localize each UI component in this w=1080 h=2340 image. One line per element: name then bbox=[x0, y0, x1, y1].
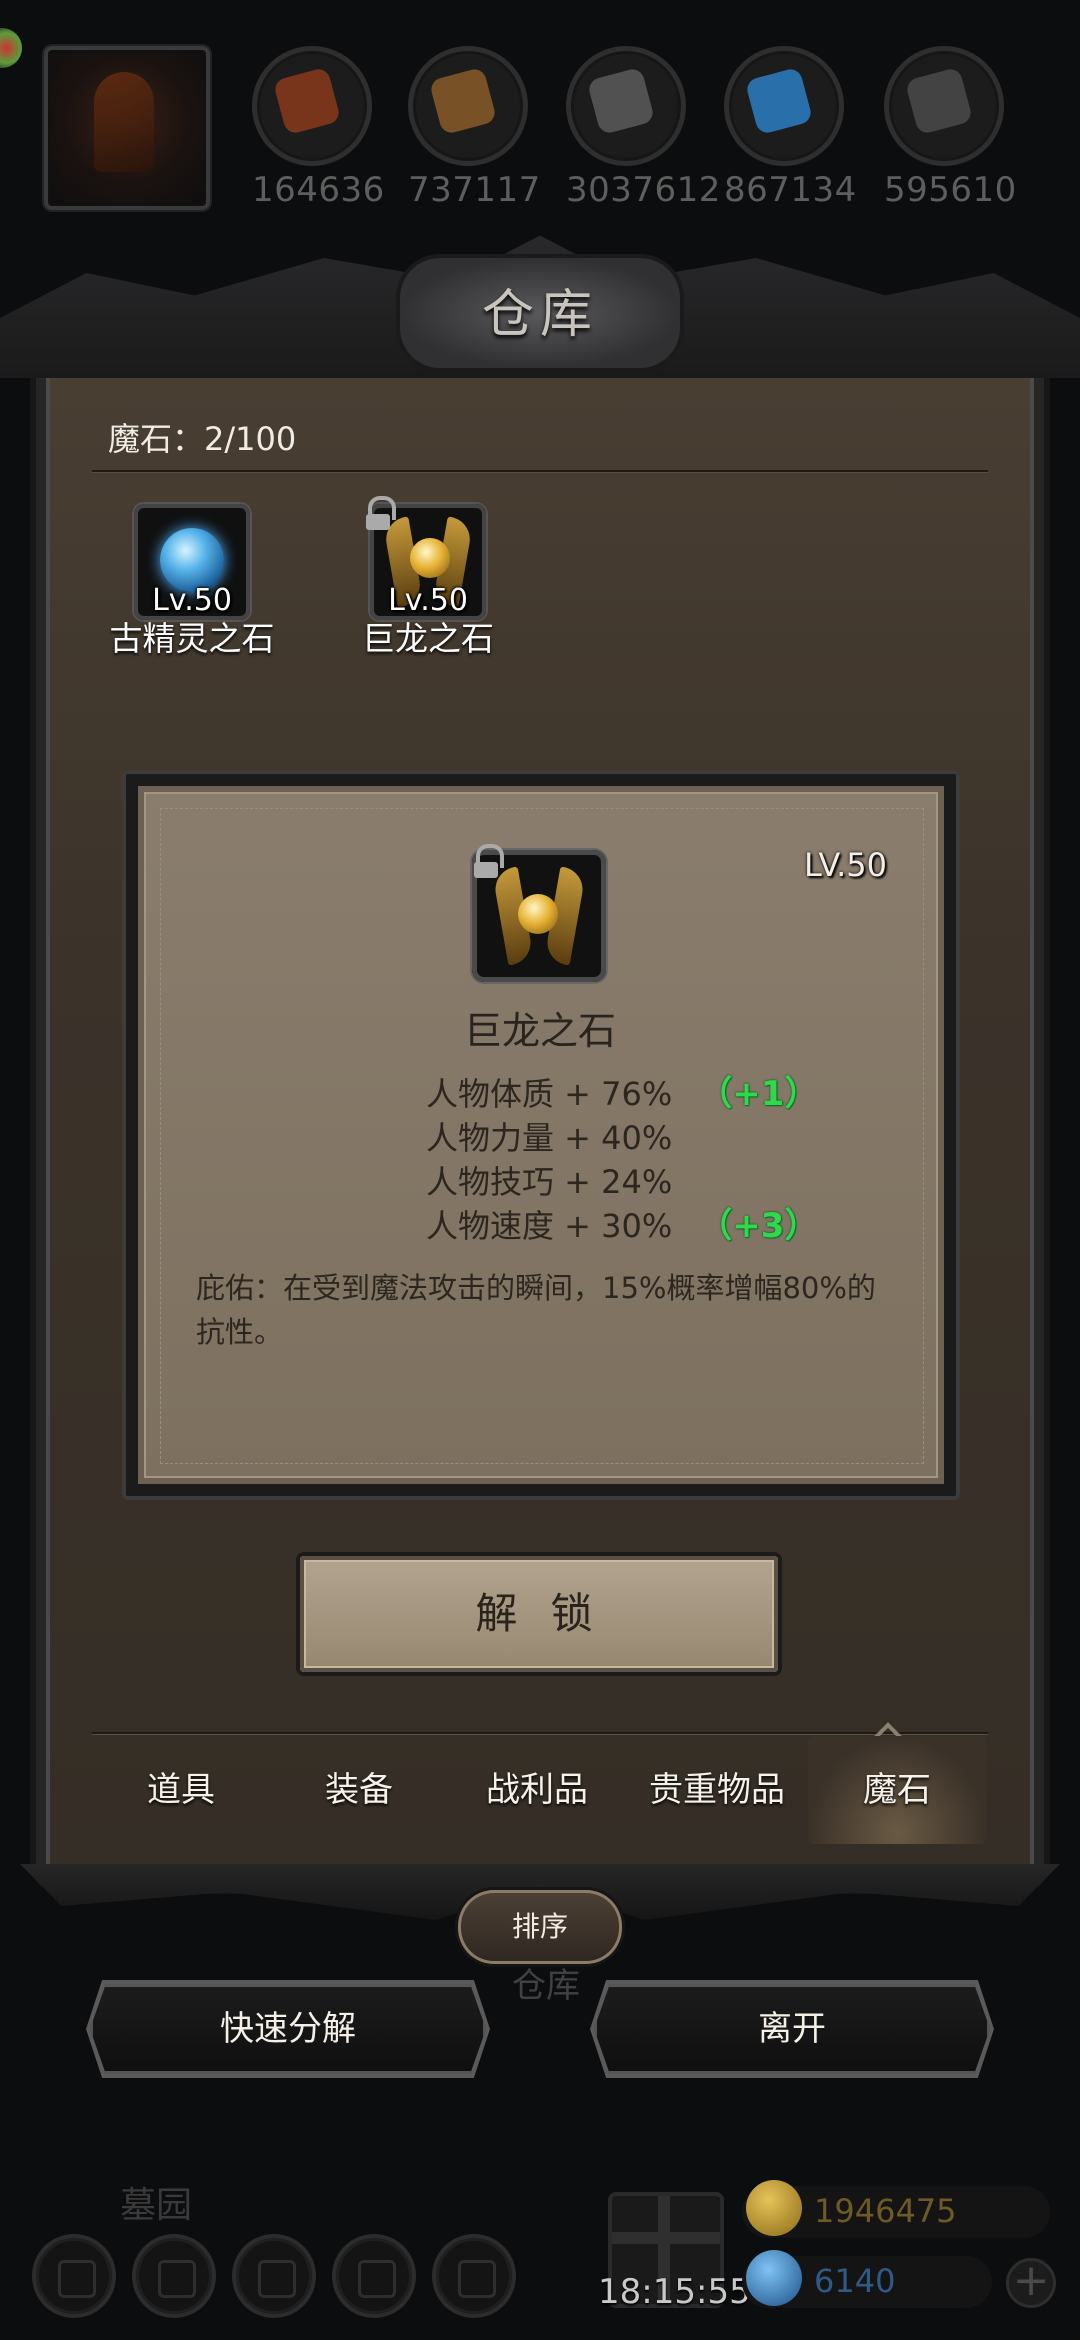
item-name: 古精灵之石 bbox=[109, 619, 275, 658]
resource-wood[interactable]: 737117 bbox=[408, 46, 541, 210]
tab-equipment[interactable]: 装备 bbox=[270, 1736, 448, 1844]
stat-row: 人物技巧 + 24% bbox=[426, 1160, 818, 1204]
stat-list: 人物体质 + 76% （+1） 人物力量 + 40% 人物技巧 + 24% 人物速… bbox=[426, 1072, 818, 1248]
gem-amount: 6140 bbox=[814, 2262, 896, 2300]
iron-icon bbox=[566, 46, 686, 166]
stat-row: 人物力量 + 40% bbox=[426, 1116, 818, 1160]
inventory-item[interactable]: Lv.50 bbox=[134, 504, 250, 620]
detail-item-slot bbox=[472, 844, 606, 982]
location-label: 墓园 bbox=[120, 2185, 193, 2226]
inventory-item[interactable]: Lv.50 bbox=[366, 496, 486, 620]
sort-button[interactable]: 排序 bbox=[458, 1890, 622, 1964]
dragon-stone-icon bbox=[410, 538, 450, 578]
gem-counter: 6140 bbox=[742, 2250, 992, 2308]
resource-count: 737117 bbox=[408, 170, 541, 210]
background-label: 仓库 bbox=[512, 1966, 580, 2006]
magic-stone-count: 魔石：2/100 bbox=[108, 420, 297, 458]
gold-amount: 1946475 bbox=[814, 2192, 957, 2230]
notification-orb-icon[interactable] bbox=[0, 28, 22, 68]
stat-row: 人物体质 + 76% （+1） bbox=[426, 1072, 818, 1116]
stat-bonus: （+3） bbox=[698, 1206, 819, 1246]
stat-text: 人物技巧 + 24% bbox=[426, 1163, 673, 1201]
unlock-button[interactable]: 解 锁 bbox=[300, 1556, 778, 1672]
dragon-stone-icon bbox=[518, 894, 558, 934]
resource-stone[interactable]: 595610 bbox=[884, 46, 1017, 210]
stat-row: 人物速度 + 30% （+3） bbox=[426, 1204, 818, 1248]
stat-text: 人物速度 + 30% bbox=[426, 1207, 673, 1245]
resource-count: 164636 bbox=[252, 170, 385, 210]
category-tabs: 道具 装备 战利品 贵重物品 魔石 bbox=[92, 1736, 986, 1864]
star-icon[interactable] bbox=[132, 2234, 216, 2318]
mail-icon[interactable] bbox=[332, 2234, 416, 2318]
tab-valuables[interactable]: 贵重物品 bbox=[626, 1736, 808, 1844]
resource-iron[interactable]: 3037612 bbox=[566, 46, 721, 210]
tab-loot[interactable]: 战利品 bbox=[448, 1736, 626, 1844]
detail-item-name: 巨龙之石 bbox=[463, 1009, 616, 1053]
panel-title: 仓库 bbox=[481, 285, 598, 345]
gem-icon bbox=[746, 2250, 802, 2306]
stat-text: 人物力量 + 40% bbox=[426, 1119, 673, 1157]
stat-text: 人物体质 + 76% bbox=[426, 1075, 673, 1113]
resource-count: 595610 bbox=[884, 170, 1017, 210]
resource-meat[interactable]: 164636 bbox=[252, 46, 385, 210]
divider bbox=[92, 1732, 988, 1734]
resource-count: 867134 bbox=[724, 170, 857, 210]
meat-icon bbox=[252, 46, 372, 166]
divider bbox=[92, 470, 988, 472]
resource-count: 3037612 bbox=[566, 170, 721, 210]
lock-icon bbox=[366, 496, 396, 530]
tab-magic-stones[interactable]: 魔石 bbox=[808, 1736, 986, 1844]
gold-counter: 1946475 bbox=[742, 2180, 1050, 2238]
resource-crystal[interactable]: 867134 bbox=[724, 46, 857, 210]
detail-level: LV.50 bbox=[804, 846, 887, 884]
dice-icon[interactable] bbox=[432, 2234, 516, 2318]
avatar-portrait bbox=[94, 72, 154, 172]
add-currency-button[interactable]: + bbox=[1006, 2258, 1056, 2308]
item-name: 巨龙之石 bbox=[362, 619, 494, 658]
lock-icon bbox=[474, 844, 504, 878]
gold-coin-icon bbox=[746, 2180, 802, 2236]
settings-icon[interactable] bbox=[32, 2234, 116, 2318]
player-avatar[interactable] bbox=[44, 46, 210, 210]
tab-items[interactable]: 道具 bbox=[92, 1736, 270, 1844]
wood-icon bbox=[408, 46, 528, 166]
leave-button[interactable]: 离开 bbox=[594, 1984, 990, 2074]
clock-time: 18:15:55 bbox=[598, 2272, 751, 2312]
building-icon[interactable] bbox=[232, 2234, 316, 2318]
quick-decompose-button[interactable]: 快速分解 bbox=[90, 1984, 486, 2074]
stat-bonus: （+1） bbox=[698, 1074, 819, 1114]
stone-icon bbox=[884, 46, 1004, 166]
crystal-icon bbox=[724, 46, 844, 166]
item-slot[interactable]: Lv.50 bbox=[134, 504, 250, 620]
blessing-description: 庇佑：在受到魔法攻击的瞬间，15%概率增幅80%的抗性。 bbox=[196, 1271, 876, 1349]
